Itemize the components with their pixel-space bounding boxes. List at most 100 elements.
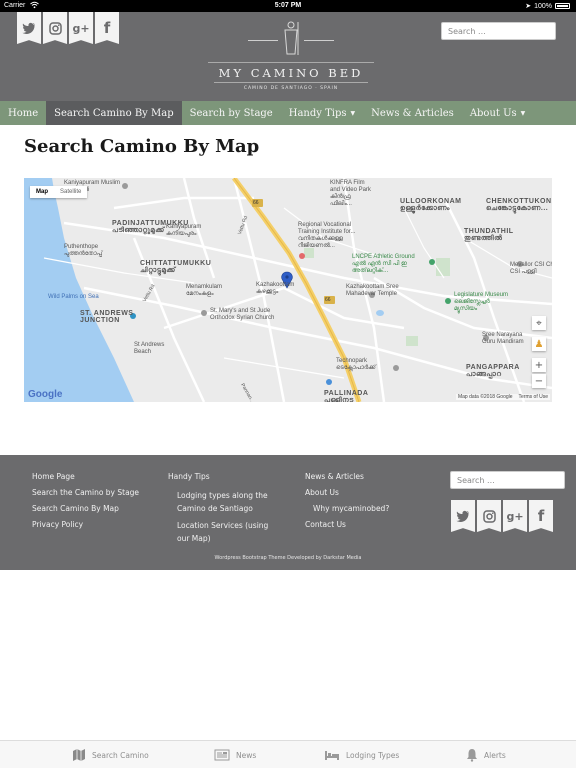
clock: 5:07 PM: [274, 2, 302, 9]
footer-link-news[interactable]: News & Articles: [305, 473, 389, 481]
nav-label: About Us: [469, 107, 517, 119]
pilgrim-icon: [284, 21, 299, 55]
map-label: PALLINADA പള്ളിനട: [324, 390, 369, 402]
footer-col-tips: Handy Tips Lodging types along the Camin…: [168, 473, 278, 549]
footer-link-lodging-types[interactable]: Lodging types along the Camino de Santia…: [168, 489, 278, 515]
nav-label: Home: [8, 107, 39, 119]
instagram-icon[interactable]: [43, 12, 67, 44]
footer-link-privacy[interactable]: Privacy Policy: [32, 521, 139, 529]
footer-credit: Wordpress Bootstrap Theme Developed by D…: [214, 555, 362, 561]
map-icon: [73, 749, 85, 761]
map-attribution: Map data ©2018 Google Terms of Use: [455, 394, 550, 400]
nav-item-search-by-stage[interactable]: Search by Stage: [182, 101, 281, 125]
street-view-pegman-icon[interactable]: ♟: [532, 337, 546, 351]
nav-item-home[interactable]: Home: [0, 101, 46, 125]
footer-col-pages: Home Page Search the Camino by Stage Sea…: [32, 473, 139, 537]
footer-link-about[interactable]: About Us: [305, 489, 389, 497]
map-data-credit: Map data ©2018 Google: [457, 394, 513, 400]
map-label: THUNDATHIL തുണ്ടത്തിൽ: [464, 228, 514, 242]
tab-search-camino[interactable]: Search Camino: [72, 741, 149, 769]
zoom-in-button[interactable]: +: [532, 358, 546, 372]
map-label: Mevallor CSI Chu... CSI പള്ളി: [510, 262, 552, 275]
bell-icon: [467, 749, 477, 762]
tab-lodging-types[interactable]: Lodging Types: [324, 741, 399, 769]
site-header: g+ f MY CAMINO BED CAMINO DE SANTIAGO · …: [0, 12, 576, 101]
map-label: Menamkulam മേനംകുളം: [186, 284, 223, 297]
google-map[interactable]: Kaniyapuram Muslim Valyapalli Kaniyapura…: [24, 178, 552, 402]
map-label: St Andrews Beach: [134, 342, 165, 355]
nav-item-news-articles[interactable]: News & Articles: [363, 101, 462, 125]
map-type-control: Map Satellite: [30, 186, 88, 198]
map-label: PANGAPPARA പാങ്ങപ്പാറ: [466, 364, 520, 378]
facebook-icon[interactable]: f: [529, 500, 553, 532]
map-label: Kazhakoottam കഴക്കൂട്ടം: [256, 282, 295, 295]
site-footer: Home Page Search the Camino by Stage Sea…: [0, 455, 576, 570]
site-logo[interactable]: MY CAMINO BED CAMINO DE SANTIAGO · SPAIN: [208, 18, 374, 98]
twitter-icon[interactable]: [451, 500, 475, 532]
map-label: Wild Palms on Sea: [48, 294, 99, 300]
app-tab-bar: Search Camino News Lodging Types Alerts: [0, 740, 576, 768]
map-label: ST. ANDREWS JUNCTION: [80, 310, 134, 324]
caret-down-icon: ▼: [350, 109, 356, 117]
header-social-links: g+ f: [17, 12, 119, 44]
nav-label: Handy Tips: [288, 107, 347, 119]
map-label: Regional Vocational Training Institute f…: [298, 222, 356, 249]
brand-tagline: CAMINO DE SANTIAGO · SPAIN: [243, 86, 339, 91]
footer-social-links: g+ f: [451, 500, 553, 532]
map-type-satellite-button[interactable]: Satellite: [54, 186, 87, 198]
search-placeholder: Search ...: [457, 475, 495, 485]
map-label: Legislature Museum ലെജിസ്ലേച്ചർ മ്യൂസിയം: [454, 292, 509, 312]
nav-label: Search by Stage: [189, 107, 273, 119]
my-location-icon[interactable]: ⌖: [532, 316, 546, 330]
facebook-icon[interactable]: f: [95, 12, 119, 44]
footer-search-input[interactable]: Search ...: [450, 471, 565, 489]
footer-link-location-services[interactable]: Location Services (using our Map): [168, 519, 278, 545]
map-label: ULLOORKONAM ഉള്ളൂർക്കോണം: [400, 198, 462, 212]
nav-item-handy-tips[interactable]: Handy Tips ▼: [281, 101, 363, 125]
map-label: CHITTATTUMUKKU ചിറ്റാട്ടുമുക്ക്: [140, 260, 212, 274]
road-66-label: 66: [325, 297, 331, 303]
map-label: CHENKOTTUKON... ചെങ്കോട്ടുകോണ...: [486, 198, 552, 212]
footer-col-about: News & Articles About Us Why mycaminobed…: [305, 473, 389, 537]
nav-label: News & Articles: [371, 107, 454, 119]
instagram-icon[interactable]: [477, 500, 501, 532]
page-title: Search Camino By Map: [24, 136, 260, 157]
zoom-out-button[interactable]: −: [532, 374, 546, 388]
tab-label: Lodging Types: [346, 750, 400, 760]
google-plus-icon[interactable]: g+: [503, 500, 527, 532]
footer-link-search-map[interactable]: Search Camino By Map: [32, 505, 139, 513]
tab-news[interactable]: News: [214, 741, 256, 769]
brand-name: MY CAMINO BED: [218, 66, 364, 80]
twitter-icon[interactable]: [17, 12, 41, 44]
nav-item-about-us[interactable]: About Us ▼: [462, 101, 533, 125]
tab-label: News: [236, 750, 257, 760]
bed-icon: [325, 751, 339, 760]
tab-label: Alerts: [484, 750, 506, 760]
search-placeholder: Search ...: [448, 26, 486, 36]
map-label: Puthenthope പുത്തൻതോപ്പ്: [64, 244, 103, 257]
footer-link-home[interactable]: Home Page: [32, 473, 139, 481]
header-search-input[interactable]: Search ...: [441, 22, 556, 40]
map-label: KINFRA Film and Video Park കിൻഫ്ര ഫിലിം.…: [330, 180, 371, 207]
tab-alerts[interactable]: Alerts: [466, 741, 506, 769]
nav-label: Search Camino By Map: [54, 107, 174, 119]
map-label: Kazhakoottam Sree Mahadevar Temple: [346, 284, 399, 297]
location-arrow-icon: ➤: [525, 3, 532, 10]
map-label: St. Mary's and St Jude Orthodox Syrian C…: [210, 308, 275, 321]
tab-label: Search Camino: [92, 750, 149, 760]
footer-link-contact[interactable]: Contact Us: [305, 521, 389, 529]
road-66-label: 66: [253, 200, 259, 206]
google-logo: Google: [28, 389, 63, 400]
newspaper-icon: [214, 749, 230, 761]
google-plus-icon[interactable]: g+: [69, 12, 93, 44]
map-label: Technopark ടെക്നോപാർക്ക്: [336, 358, 376, 371]
battery-percent: 100%: [534, 2, 552, 10]
status-bar: Carrier 5:07 PM ➤ 100%: [0, 0, 576, 12]
map-type-map-button[interactable]: Map: [30, 186, 54, 198]
footer-link-handy-tips[interactable]: Handy Tips: [168, 473, 278, 481]
caret-down-icon: ▼: [520, 109, 526, 117]
nav-item-search-by-map[interactable]: Search Camino By Map: [46, 101, 182, 125]
footer-link-search-stage[interactable]: Search the Camino by Stage: [32, 489, 139, 497]
terms-of-use-link[interactable]: Terms of Use: [519, 394, 548, 400]
footer-link-why[interactable]: Why mycaminobed?: [305, 505, 389, 513]
